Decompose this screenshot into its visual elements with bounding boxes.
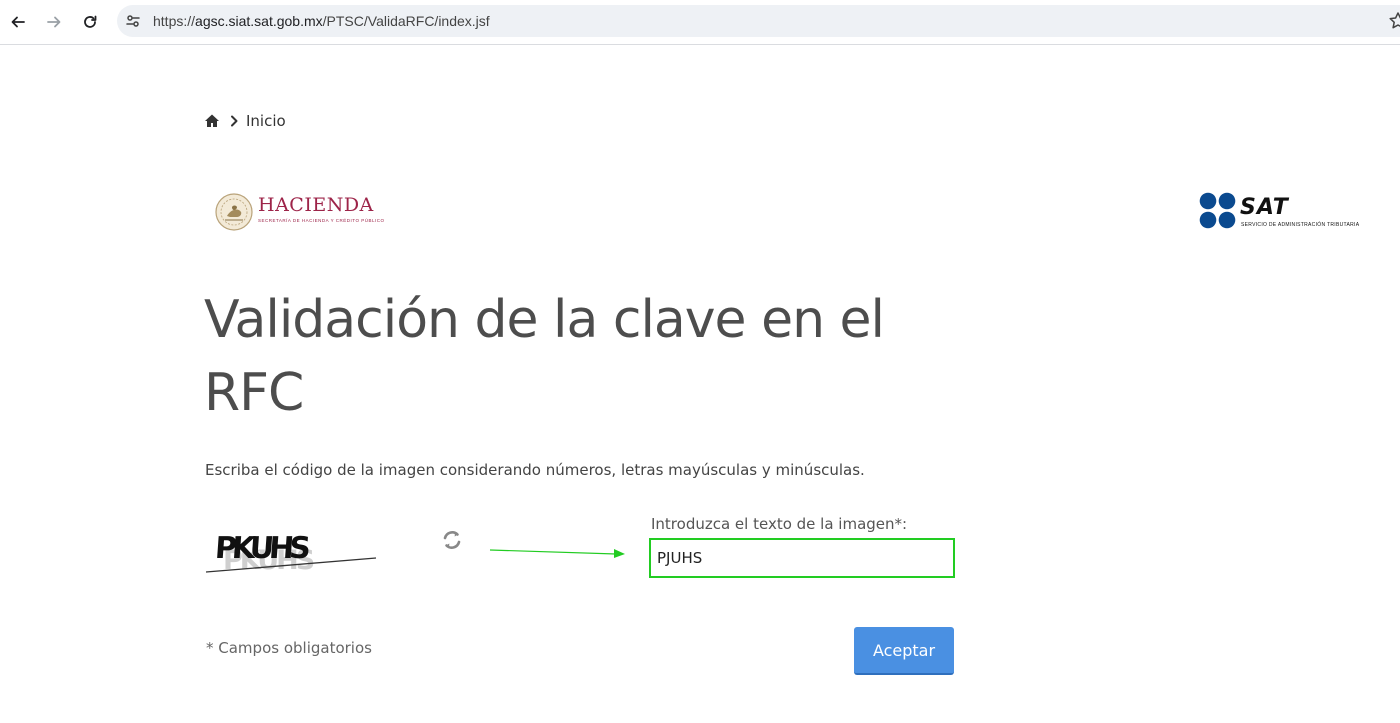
hacienda-logo: HACIENDA SECRETARÍA DE HACIENDA Y CRÉDIT…: [214, 192, 404, 232]
arrow-left-icon: [11, 16, 25, 28]
reload-button[interactable]: [78, 10, 102, 34]
sat-logo-subtitle: SERVICIO DE ADMINISTRACIÓN TRIBUTARIA: [1241, 222, 1360, 228]
breadcrumb: Inicio: [204, 110, 286, 132]
required-fields-note: * Campos obligatorios: [206, 639, 372, 657]
captcha-instructions: Escriba el código de la imagen considera…: [205, 461, 865, 479]
url-host: agsc.siat.sat.gob.mx: [195, 13, 323, 29]
sat-logo-title: SAT: [1240, 195, 1289, 220]
url-text[interactable]: https://agsc.siat.sat.gob.mx/PTSC/Valida…: [153, 13, 490, 29]
page-title: Validación de la clave en el RFC: [204, 290, 885, 423]
breadcrumb-item-inicio[interactable]: Inicio: [246, 112, 286, 130]
hacienda-logo-subtitle: SECRETARÍA DE HACIENDA Y CRÉDITO PÚBLICO: [258, 218, 385, 223]
annotation-arrow-icon: [489, 549, 625, 558]
reload-icon: [84, 15, 97, 28]
arrow-right-icon: [47, 16, 61, 28]
forward-button[interactable]: [42, 10, 66, 34]
home-icon[interactable]: [204, 113, 220, 129]
captcha-main-text: PKUHS: [214, 531, 311, 566]
captcha-input-label: Introduzca el texto de la imagen*:: [651, 515, 908, 533]
star-icon[interactable]: [1388, 11, 1400, 31]
chevron-right-icon: [231, 115, 238, 127]
browser-toolbar: https://agsc.siat.sat.gob.mx/PTSC/Valida…: [0, 0, 1400, 45]
hacienda-logo-title: HACIENDA: [258, 194, 374, 216]
captcha-image: PKUHS PKUHS: [205, 531, 377, 576]
captcha-input[interactable]: [649, 538, 955, 578]
accept-button[interactable]: Aceptar: [854, 627, 954, 675]
url-prefix: https://: [153, 13, 196, 29]
mexican-seal-icon: [215, 193, 253, 231]
back-button[interactable]: [6, 10, 30, 34]
address-bar[interactable]: https://agsc.siat.sat.gob.mx/PTSC/Valida…: [117, 5, 1400, 37]
tune-icon[interactable]: [123, 11, 143, 31]
sat-dots-icon: [1199, 192, 1236, 229]
refresh-icon[interactable]: [439, 527, 465, 553]
url-path: /PTSC/ValidaRFC/index.jsf: [322, 13, 490, 29]
sat-logo: SAT SERVICIO DE ADMINISTRACIÓN TRIBUTARI…: [1199, 192, 1379, 232]
